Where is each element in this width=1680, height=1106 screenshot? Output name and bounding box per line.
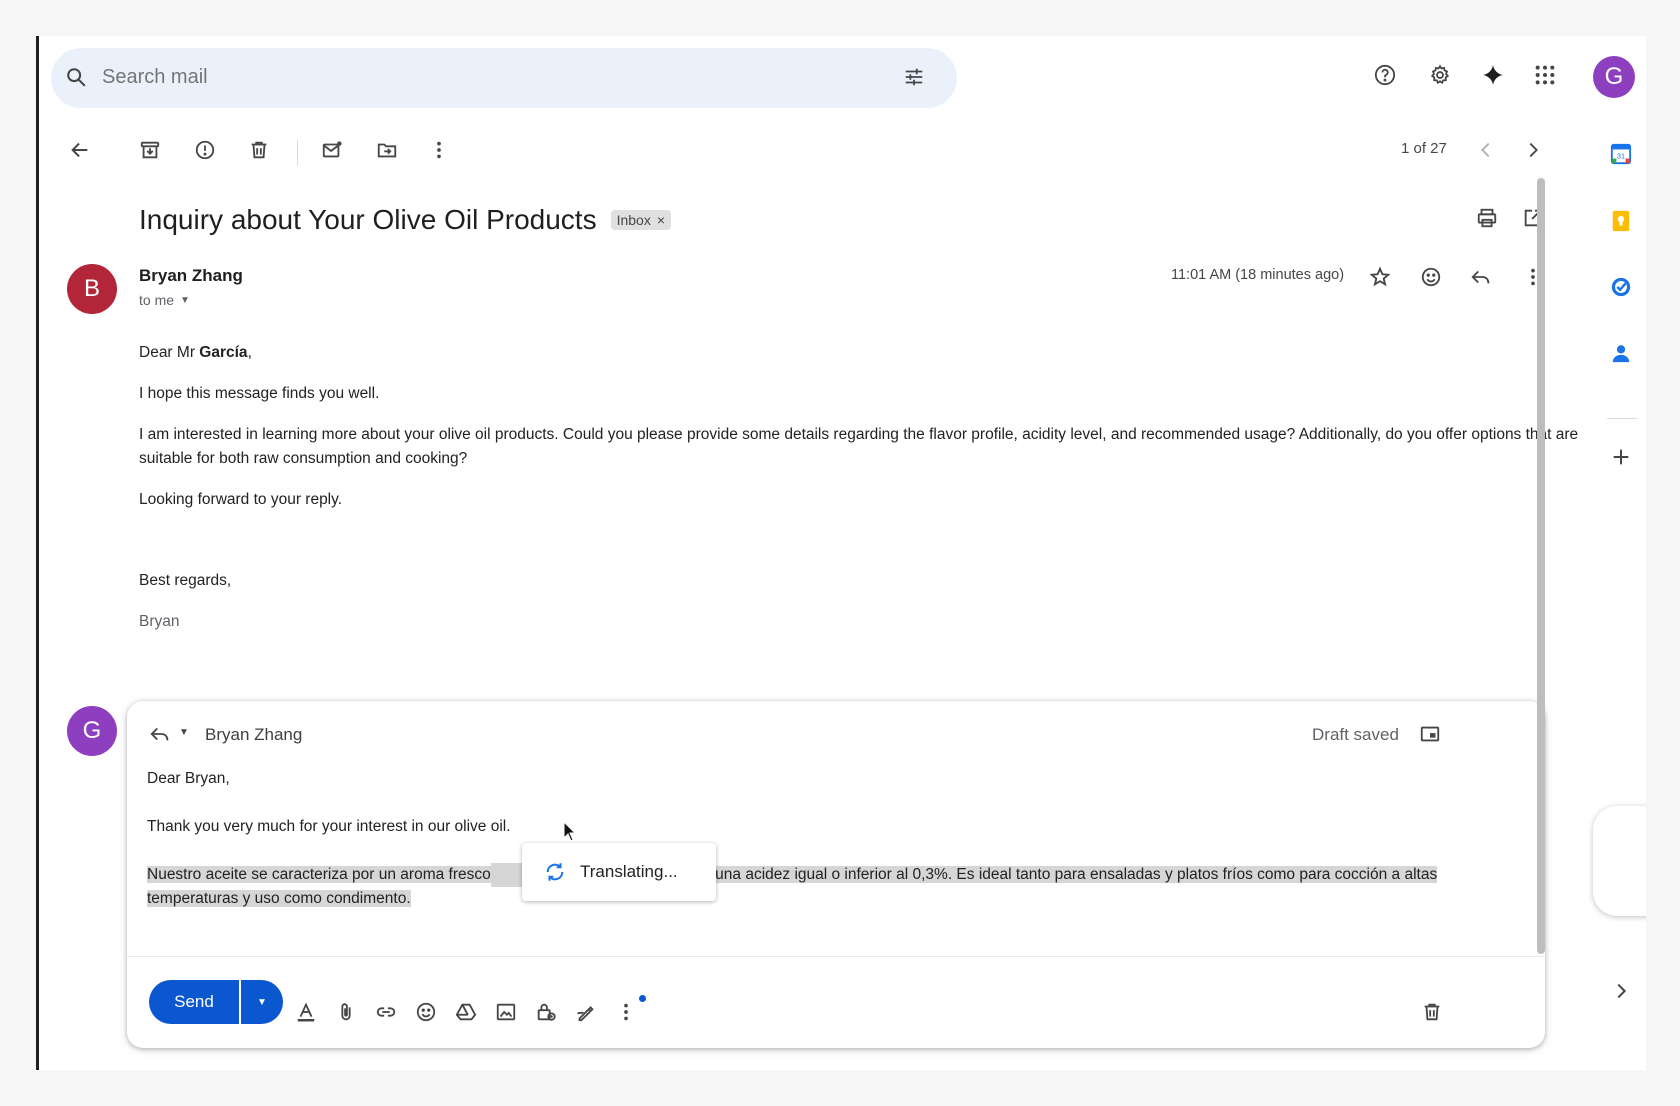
archive-icon[interactable] bbox=[139, 139, 161, 161]
subject-row: Inquiry about Your Olive Oil Products In… bbox=[139, 204, 672, 236]
move-to-folder-icon[interactable] bbox=[376, 139, 398, 161]
insert-link-icon[interactable] bbox=[375, 1001, 397, 1023]
more-options-vertical-icon[interactable] bbox=[615, 1001, 637, 1023]
side-panel-divider bbox=[1607, 418, 1637, 419]
svg-text:31: 31 bbox=[1617, 152, 1625, 161]
inbox-label-badge[interactable]: Inbox × bbox=[610, 210, 672, 230]
formatting-options-icon[interactable] bbox=[295, 1001, 317, 1023]
pager-count: 1 of 27 bbox=[1401, 140, 1447, 157]
insert-photo-icon[interactable] bbox=[495, 1001, 517, 1023]
confidential-mode-icon[interactable] bbox=[535, 1001, 557, 1023]
report-spam-icon[interactable] bbox=[194, 139, 216, 161]
emoji-react-icon[interactable] bbox=[1420, 266, 1442, 288]
greeting-name: García bbox=[199, 344, 248, 361]
recipient-line[interactable]: to me ▼ bbox=[139, 292, 190, 308]
google-contacts-icon[interactable] bbox=[1610, 342, 1632, 364]
email-greeting: Dear Mr García, bbox=[139, 341, 252, 365]
recipient-text: to me bbox=[139, 292, 175, 308]
google-keep-icon[interactable] bbox=[1610, 210, 1632, 232]
star-icon[interactable] bbox=[1369, 266, 1391, 288]
google-tasks-icon[interactable] bbox=[1610, 276, 1632, 298]
pop-out-composer-icon[interactable] bbox=[1419, 723, 1441, 745]
back-arrow-icon[interactable] bbox=[69, 139, 91, 161]
reply-selected-text[interactable]: Nuestro aceite se caracteriza por un aro… bbox=[147, 863, 1537, 911]
inbox-label-text: Inbox bbox=[616, 212, 651, 228]
gmail-window: G 1 of 27 Inquiry about Your Olive Oil P… bbox=[36, 36, 1646, 1070]
older-chevron-right-icon[interactable] bbox=[1522, 139, 1544, 161]
loading-spinner-icon bbox=[544, 861, 566, 883]
print-icon[interactable] bbox=[1476, 207, 1498, 229]
mouse-cursor-icon bbox=[563, 821, 577, 842]
greeting-suffix: , bbox=[247, 344, 252, 361]
email-paragraph-2: I am interested in learning more about y… bbox=[139, 426, 1579, 467]
translating-label: Translating... bbox=[580, 862, 678, 881]
selected-text-line-2[interactable]: temperaturas y uso como condimento. bbox=[147, 890, 411, 907]
reply-composer[interactable]: ▼ Bryan Zhang Draft saved Dear Bryan, Th… bbox=[127, 701, 1545, 1048]
reply-greeting[interactable]: Dear Bryan, bbox=[147, 767, 230, 791]
email-signature: Bryan bbox=[139, 613, 180, 630]
toolbar-divider bbox=[297, 140, 298, 166]
mark-unread-icon[interactable] bbox=[321, 139, 343, 161]
composer-divider bbox=[127, 956, 1545, 957]
expand-side-panel-chevron-icon[interactable] bbox=[1610, 980, 1632, 1002]
apps-grid-icon[interactable] bbox=[1534, 64, 1556, 86]
email-paragraph-1: I hope this message finds you well. bbox=[139, 385, 380, 402]
account-avatar[interactable]: G bbox=[1593, 56, 1635, 98]
draft-status: Draft saved bbox=[1312, 725, 1399, 744]
email-closing: Best regards, bbox=[139, 572, 232, 589]
settings-gear-icon[interactable] bbox=[1429, 64, 1451, 86]
remove-label-icon[interactable]: × bbox=[657, 212, 665, 228]
sender-name[interactable]: Bryan Zhang bbox=[139, 266, 243, 286]
reply-icon[interactable] bbox=[1470, 266, 1492, 288]
insert-signature-icon[interactable] bbox=[575, 1001, 597, 1023]
google-drive-icon[interactable] bbox=[455, 1001, 477, 1023]
send-options-caret-icon: ▼ bbox=[257, 996, 267, 1008]
email-paragraph-3: Looking forward to your reply. bbox=[139, 491, 343, 508]
recipient-details-caret-icon[interactable]: ▼ bbox=[180, 295, 190, 306]
google-calendar-icon[interactable]: 31 bbox=[1610, 143, 1632, 165]
insert-emoji-icon[interactable] bbox=[415, 1001, 437, 1023]
search-icon[interactable] bbox=[65, 66, 87, 88]
gemini-sparkle-icon[interactable] bbox=[1482, 64, 1504, 86]
search-options-icon[interactable] bbox=[903, 66, 925, 88]
newer-chevron-left-icon[interactable] bbox=[1475, 139, 1497, 161]
send-button[interactable]: Send bbox=[149, 980, 239, 1024]
delete-trash-icon[interactable] bbox=[248, 139, 270, 161]
reply-type-icon[interactable] bbox=[149, 723, 171, 745]
user-avatar: G bbox=[67, 706, 117, 756]
add-addon-plus-icon[interactable] bbox=[1610, 446, 1632, 468]
greeting-prefix: Dear Mr bbox=[139, 344, 195, 361]
discard-draft-trash-icon[interactable] bbox=[1421, 1001, 1443, 1023]
search-input[interactable] bbox=[102, 66, 862, 89]
floating-widget[interactable] bbox=[1593, 806, 1646, 916]
selected-text-part-2[interactable]: s, y una acidez igual o inferior al 0,3%… bbox=[686, 866, 1438, 883]
attach-file-icon[interactable] bbox=[335, 1001, 357, 1023]
notification-dot bbox=[639, 995, 646, 1002]
email-timestamp: 11:01 AM (18 minutes ago) bbox=[1171, 267, 1345, 283]
search-bar[interactable] bbox=[51, 48, 957, 108]
reply-recipient-chip[interactable]: Bryan Zhang bbox=[205, 725, 302, 745]
translating-popup: Translating... bbox=[522, 843, 716, 901]
send-options-button[interactable]: ▼ bbox=[241, 980, 283, 1024]
email-subject: Inquiry about Your Olive Oil Products bbox=[139, 204, 597, 235]
help-icon[interactable] bbox=[1374, 64, 1396, 86]
reply-line-1[interactable]: Thank you very much for your interest in… bbox=[147, 815, 511, 839]
reply-type-caret-icon[interactable]: ▼ bbox=[179, 727, 189, 738]
scrollbar[interactable] bbox=[1537, 178, 1545, 954]
sender-avatar[interactable]: B bbox=[67, 264, 117, 314]
more-vertical-icon[interactable] bbox=[428, 139, 450, 161]
selected-text-part-1[interactable]: Nuestro aceite se caracteriza por un aro… bbox=[147, 866, 491, 883]
